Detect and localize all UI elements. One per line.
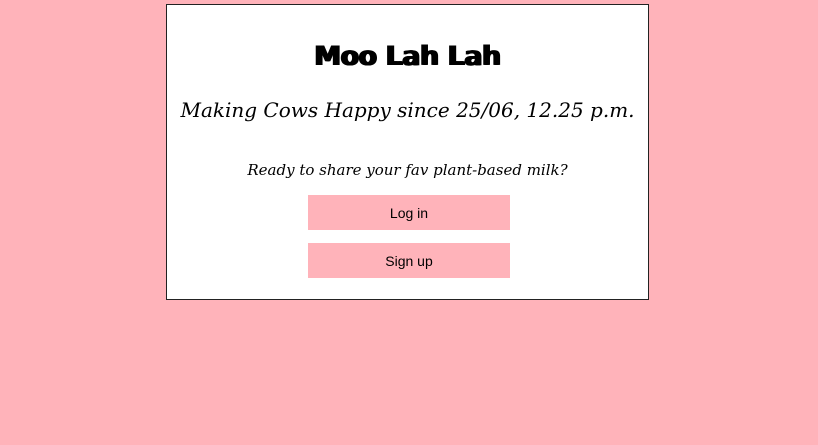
app-title: Moo Lah Lah <box>167 41 648 72</box>
login-button[interactable]: Log in <box>308 195 510 230</box>
share-prompt: Ready to share your fav plant-based milk… <box>247 161 568 179</box>
app-title-text: Moo Lah Lah <box>314 41 501 72</box>
signup-button[interactable]: Sign up <box>308 243 510 278</box>
tagline: Making Cows Happy since 25/06, 12.25 p.m… <box>180 98 635 122</box>
welcome-card: Moo Lah Lah Making Cows Happy since 25/0… <box>166 4 649 300</box>
